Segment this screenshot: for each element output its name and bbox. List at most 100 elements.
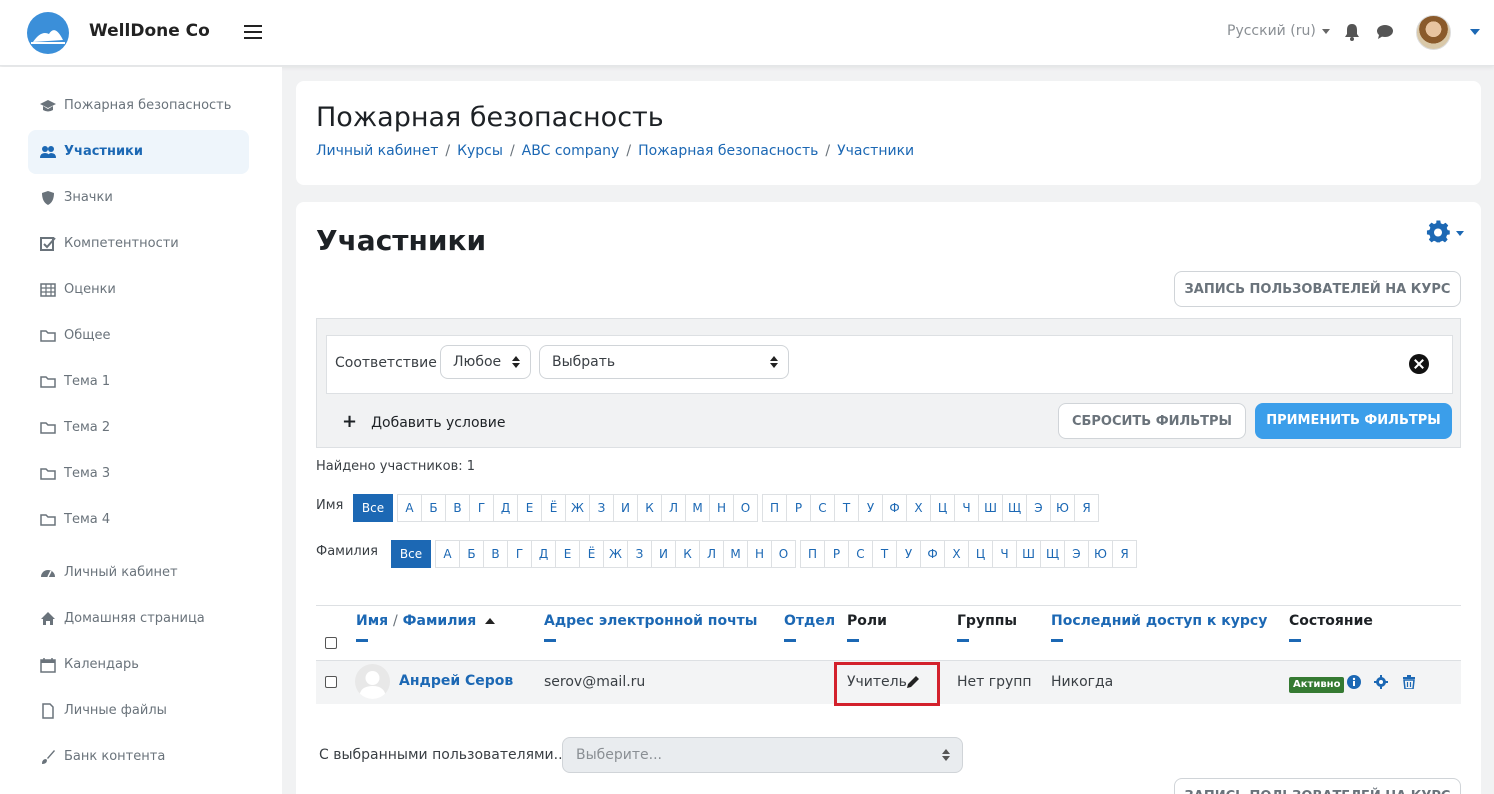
first-name-initial-letter[interactable]: Ж [565,494,590,522]
sort-by-department[interactable]: Отдел [784,613,835,629]
breadcrumb-participants[interactable]: Участники [837,143,914,159]
first-name-initial-letter[interactable]: Р [786,494,811,522]
last-name-initial-letter[interactable]: Д [531,540,556,568]
gear-icon[interactable] [1374,675,1388,689]
last-name-initial-letter[interactable]: Л [699,540,724,568]
brand-name[interactable]: WellDone Co [89,21,210,41]
breadcrumb-course[interactable]: Пожарная безопасность [638,143,818,159]
last-name-initial-letter[interactable]: П [800,540,825,568]
last-name-initial-letter[interactable]: Ф [920,540,945,568]
first-name-initial-letter[interactable]: Е [517,494,542,522]
first-name-initial-letter[interactable]: Л [661,494,686,522]
first-name-initial-letter[interactable]: Ч [954,494,979,522]
sidebar-item-home[interactable]: Домашняя страница [28,597,249,641]
first-name-initial-letter[interactable]: Э [1026,494,1051,522]
first-name-initial-letter[interactable]: И [613,494,638,522]
first-name-initial-letter[interactable]: А [397,494,422,522]
first-name-initial-all[interactable]: Все [353,494,393,522]
sidebar-item-participants[interactable]: Участники [28,130,249,174]
user-avatar[interactable] [1416,15,1451,50]
row-select-checkbox[interactable] [325,676,337,688]
first-name-initial-letter[interactable]: Т [834,494,859,522]
first-name-initial-letter[interactable]: Я [1074,494,1099,522]
sidebar-item-topic-1[interactable]: Тема 1 [28,360,249,404]
last-name-initial-letter[interactable]: У [896,540,921,568]
last-name-initial-letter[interactable]: Т [872,540,897,568]
collapse-column-icon[interactable] [784,639,796,642]
last-name-initial-letter[interactable]: Ч [992,540,1017,568]
sidebar-item-topic-3[interactable]: Тема 3 [28,452,249,496]
last-name-initial-letter[interactable]: К [675,540,700,568]
collapse-column-icon[interactable] [1051,639,1063,642]
first-name-initial-letter[interactable]: П [762,494,787,522]
first-name-initial-letter[interactable]: Щ [1002,494,1027,522]
sidebar-item-competencies[interactable]: Компетентности [28,222,249,266]
last-name-initial-letter[interactable]: Я [1112,540,1137,568]
sidebar-item-content-bank[interactable]: Банк контента [28,735,249,779]
last-name-initial-letter[interactable]: Ё [579,540,604,568]
sort-by-last-name[interactable]: Фамилия [403,613,477,629]
caret-down-icon[interactable] [1456,231,1464,236]
breadcrumb-dashboard[interactable]: Личный кабинет [316,143,438,159]
first-name-initial-letter[interactable]: Ш [978,494,1003,522]
last-name-initial-all[interactable]: Все [391,540,431,568]
logo-icon[interactable] [27,12,69,54]
language-menu[interactable]: Русский (ru) [1227,23,1330,39]
last-name-initial-letter[interactable]: Щ [1040,540,1065,568]
filter-type-select[interactable]: Выбрать [539,345,789,379]
last-name-initial-letter[interactable]: Г [507,540,532,568]
enrol-users-button-bottom[interactable]: ЗАПИСЬ ПОЛЬЗОВАТЕЛЕЙ НА КУРС [1174,778,1461,794]
first-name-initial-letter[interactable]: О [733,494,758,522]
last-name-initial-letter[interactable]: О [771,540,796,568]
sidebar-item-general[interactable]: Общее [28,314,249,358]
sidebar-item-grades[interactable]: Оценки [28,268,249,312]
sidebar-item-topic-2[interactable]: Тема 2 [28,406,249,450]
first-name-initial-letter[interactable]: У [858,494,883,522]
first-name-initial-letter[interactable]: Г [469,494,494,522]
first-name-initial-letter[interactable]: Ё [541,494,566,522]
last-name-initial-letter[interactable]: М [723,540,748,568]
first-name-initial-letter[interactable]: Х [906,494,931,522]
first-name-initial-letter[interactable]: Ю [1050,494,1075,522]
breadcrumb-courses[interactable]: Курсы [457,143,503,159]
bell-icon[interactable] [1344,23,1360,41]
last-name-initial-letter[interactable]: Е [555,540,580,568]
bulk-actions-select[interactable]: Выберите... [562,737,963,773]
sort-by-first-name[interactable]: Имя [356,613,388,629]
first-name-initial-letter[interactable]: С [810,494,835,522]
enrol-users-button[interactable]: ЗАПИСЬ ПОЛЬЗОВАТЕЛЕЙ НА КУРС [1174,271,1461,307]
collapse-column-icon[interactable] [356,639,368,642]
sort-by-last-access[interactable]: Последний доступ к курсу [1051,613,1267,629]
remove-condition-icon[interactable] [1409,354,1429,374]
first-name-initial-letter[interactable]: Ц [930,494,955,522]
user-name-link[interactable]: Андрей Серов [399,673,513,689]
gear-icon[interactable] [1426,220,1450,244]
last-name-initial-letter[interactable]: А [435,540,460,568]
menu-toggle-icon[interactable] [244,25,262,39]
select-all-checkbox[interactable] [325,637,337,649]
reset-filters-button[interactable]: СБРОСИТЬ ФИЛЬТРЫ [1058,403,1246,439]
collapse-column-icon[interactable] [957,639,969,642]
last-name-initial-letter[interactable]: Ж [603,540,628,568]
first-name-initial-letter[interactable]: Ф [882,494,907,522]
last-name-initial-letter[interactable]: Э [1064,540,1089,568]
sidebar-item-topic-4[interactable]: Тема 4 [28,498,249,542]
first-name-initial-letter[interactable]: Д [493,494,518,522]
info-icon[interactable] [1347,675,1361,689]
user-menu-caret-icon[interactable] [1470,29,1480,35]
first-name-initial-letter[interactable]: В [445,494,470,522]
add-condition-button[interactable]: + Добавить условие [342,411,505,432]
sidebar-item-badges[interactable]: Значки [28,176,249,220]
last-name-initial-letter[interactable]: Б [459,540,484,568]
collapse-column-icon[interactable] [847,639,859,642]
first-name-initial-letter[interactable]: К [637,494,662,522]
last-name-initial-letter[interactable]: Р [824,540,849,568]
sort-by-email[interactable]: Адрес электронной почты [544,613,757,629]
first-name-initial-letter[interactable]: Б [421,494,446,522]
sidebar-item-dashboard[interactable]: Личный кабинет [28,551,249,595]
first-name-initial-letter[interactable]: М [685,494,710,522]
apply-filters-button[interactable]: ПРИМЕНИТЬ ФИЛЬТРЫ [1255,403,1452,439]
last-name-initial-letter[interactable]: Н [747,540,772,568]
sidebar-item-course[interactable]: Пожарная безопасность [28,84,249,128]
last-name-initial-letter[interactable]: В [483,540,508,568]
